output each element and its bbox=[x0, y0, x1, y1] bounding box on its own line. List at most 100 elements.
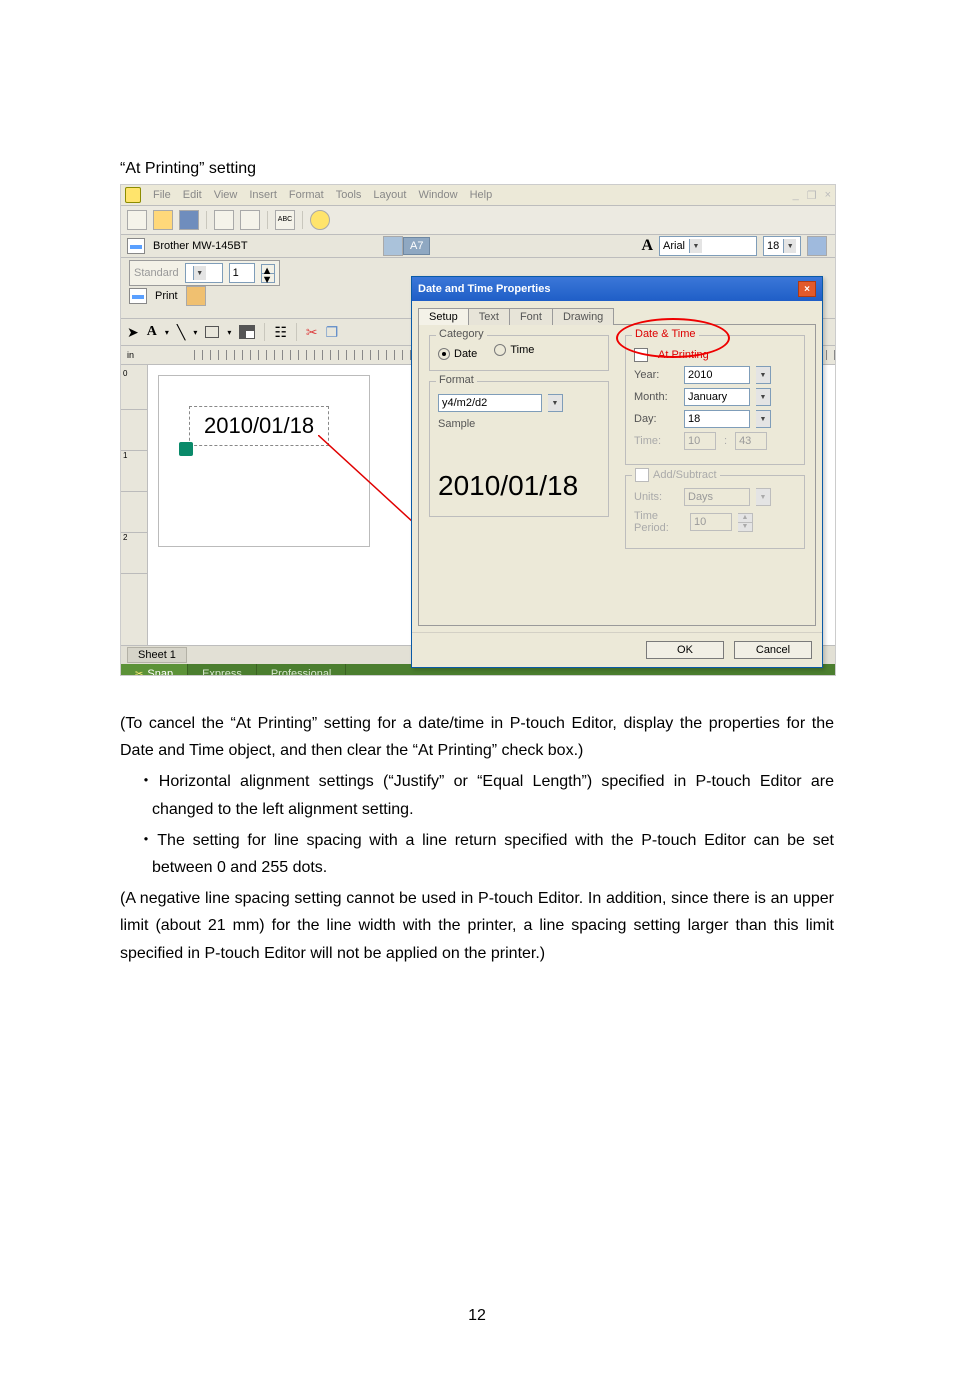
month-drop-icon[interactable]: ▼ bbox=[756, 388, 771, 406]
help-icon[interactable] bbox=[310, 210, 330, 230]
mode-snap[interactable]: Snap bbox=[121, 664, 188, 676]
mode-professional[interactable]: Professional bbox=[257, 664, 347, 676]
date-time-properties-dialog: Date and Time Properties × Setup Text Fo… bbox=[411, 276, 823, 668]
menu-tools[interactable]: Tools bbox=[336, 189, 362, 201]
date-object[interactable]: 2010/01/18 bbox=[189, 406, 329, 446]
standard-combo[interactable]: ▼ bbox=[185, 263, 223, 283]
line-icon[interactable]: ╲ bbox=[177, 324, 185, 341]
app-icon bbox=[125, 187, 141, 203]
print-icon[interactable] bbox=[129, 288, 147, 304]
minimize-icon[interactable]: _ bbox=[793, 189, 799, 202]
format-drop-icon[interactable]: ▼ bbox=[548, 394, 563, 412]
pointer-icon[interactable]: ➤ bbox=[127, 324, 139, 341]
sample-label: Sample bbox=[438, 418, 600, 430]
dialog-close-icon[interactable]: × bbox=[798, 281, 816, 297]
section-title: “At Printing” setting bbox=[120, 160, 834, 178]
at-printing-label: At Printing bbox=[658, 349, 709, 361]
menu-view[interactable]: View bbox=[214, 189, 238, 201]
new-icon[interactable] bbox=[127, 210, 147, 230]
copies-spinner[interactable]: 1 bbox=[229, 263, 255, 283]
preview-icon[interactable] bbox=[240, 210, 260, 230]
page-number: 12 bbox=[120, 1307, 834, 1325]
period-up-icon: ▲ bbox=[738, 513, 753, 523]
category-group: Category Date Time bbox=[429, 335, 609, 371]
rect-icon[interactable] bbox=[205, 326, 219, 338]
spin-down-icon[interactable]: ▼ bbox=[261, 274, 275, 283]
paper-size[interactable]: A7 bbox=[403, 237, 430, 255]
vertical-ruler: 012 bbox=[121, 365, 148, 645]
radio-date[interactable]: Date bbox=[438, 348, 477, 360]
spin-up-icon[interactable]: ▲ bbox=[261, 264, 275, 274]
tab-drawing[interactable]: Drawing bbox=[552, 308, 614, 325]
font-name-combo[interactable]: Arial▼ bbox=[659, 236, 757, 256]
day-combo[interactable]: 18 bbox=[684, 410, 750, 428]
menu-insert[interactable]: Insert bbox=[249, 189, 277, 201]
sheet-tab[interactable]: Sheet 1 bbox=[127, 647, 187, 663]
datetime-group: Date & Time At Printing Year:2010▼ Month… bbox=[625, 335, 805, 465]
time-min-field: 43 bbox=[735, 432, 767, 450]
year-label: Year: bbox=[634, 369, 678, 381]
time-label: Time: bbox=[634, 435, 678, 447]
restore-icon[interactable]: ❐ bbox=[807, 189, 817, 202]
menu-layout[interactable]: Layout bbox=[373, 189, 406, 201]
close-icon[interactable]: × bbox=[825, 189, 831, 202]
sample-value: 2010/01/18 bbox=[438, 470, 600, 502]
cancel-button[interactable]: Cancel bbox=[734, 641, 812, 659]
period-spinner: 10 bbox=[690, 513, 732, 531]
day-drop-icon[interactable]: ▼ bbox=[756, 410, 771, 428]
table-icon[interactable] bbox=[239, 325, 255, 339]
print-options-icon[interactable] bbox=[186, 286, 206, 306]
time-hour-field: 10 bbox=[684, 432, 716, 450]
units-label: Units: bbox=[634, 491, 678, 503]
align-icon[interactable]: ☷ bbox=[274, 324, 287, 341]
clock-icon bbox=[179, 442, 193, 456]
format-group: Format y4/m2/d2▼ Sample 2010/01/18 bbox=[429, 381, 609, 517]
year-drop-icon[interactable]: ▼ bbox=[756, 366, 771, 384]
body-text: (To cancel the “At Printing” setting for… bbox=[120, 710, 834, 967]
datetime-legend: Date & Time bbox=[632, 328, 699, 340]
dialog-title: Date and Time Properties bbox=[418, 283, 550, 295]
addsub-legend: Add/Subtract bbox=[632, 468, 720, 482]
tab-setup[interactable]: Setup bbox=[418, 308, 469, 325]
paragraph-1: (To cancel the “At Printing” setting for… bbox=[120, 710, 834, 764]
cut-icon[interactable]: ✂ bbox=[306, 324, 318, 341]
abc-icon[interactable]: ABC bbox=[275, 210, 295, 230]
menu-help[interactable]: Help bbox=[470, 189, 493, 201]
period-down-icon: ▼ bbox=[738, 523, 753, 532]
ok-button[interactable]: OK bbox=[646, 641, 724, 659]
printer-icon bbox=[127, 238, 145, 254]
save-icon[interactable] bbox=[179, 210, 199, 230]
font-A-icon: A bbox=[641, 237, 653, 255]
format-combo[interactable]: y4/m2/d2 bbox=[438, 394, 542, 412]
ruler-unit: in bbox=[127, 350, 134, 360]
text-direction-icon[interactable] bbox=[807, 236, 827, 256]
month-combo[interactable]: January bbox=[684, 388, 750, 406]
page-icon[interactable] bbox=[214, 210, 234, 230]
menu-file[interactable]: File bbox=[153, 189, 171, 201]
tab-text[interactable]: Text bbox=[468, 308, 510, 325]
period-label: Time Period: bbox=[634, 510, 684, 534]
units-drop-icon: ▼ bbox=[756, 488, 771, 506]
copy-icon[interactable]: ❐ bbox=[326, 324, 339, 341]
text-A-icon[interactable]: A bbox=[147, 324, 157, 340]
paragraph-4: (A negative line spacing setting cannot … bbox=[120, 885, 834, 967]
font-size-combo[interactable]: 18▼ bbox=[763, 236, 801, 256]
open-icon[interactable] bbox=[153, 210, 173, 230]
menu-edit[interactable]: Edit bbox=[183, 189, 202, 201]
paper-preset-icon[interactable] bbox=[383, 236, 403, 256]
menu-window[interactable]: Window bbox=[418, 189, 457, 201]
mode-express[interactable]: Express bbox=[188, 664, 257, 676]
print-label[interactable]: Print bbox=[155, 290, 178, 302]
screenshot-frame: File Edit View Insert Format Tools Layou… bbox=[120, 184, 836, 676]
at-printing-checkbox[interactable] bbox=[634, 348, 648, 362]
paper-bar: Brother MW-145BT A7 A Arial▼ 18▼ bbox=[121, 235, 835, 258]
radio-time[interactable]: Time bbox=[494, 344, 534, 356]
format-legend: Format bbox=[436, 374, 477, 386]
tab-font[interactable]: Font bbox=[509, 308, 553, 325]
year-combo[interactable]: 2010 bbox=[684, 366, 750, 384]
standard-label: Standard bbox=[134, 267, 179, 279]
addsubtract-group: Add/Subtract Units:Days▼ Time Period:10 … bbox=[625, 475, 805, 549]
menu-format[interactable]: Format bbox=[289, 189, 324, 201]
day-label: Day: bbox=[634, 413, 678, 425]
paragraph-2: ・Horizontal alignment settings (“Justify… bbox=[120, 768, 834, 822]
